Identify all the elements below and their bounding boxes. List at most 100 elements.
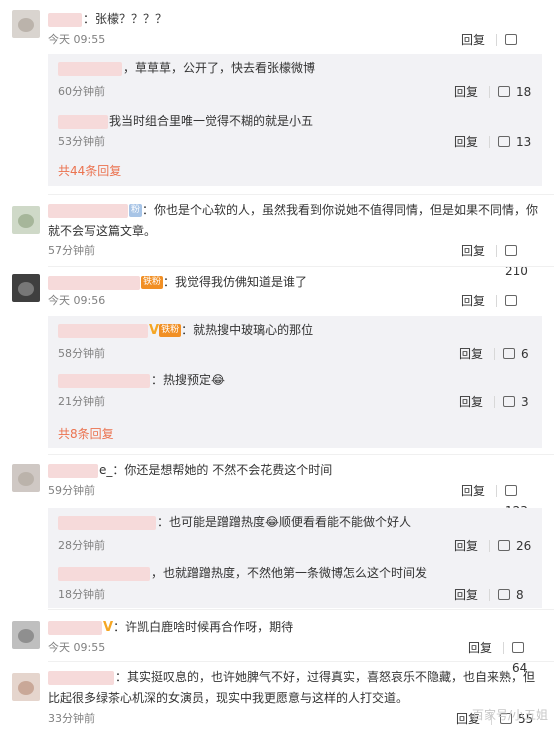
reply-text: ：热搜预定😂 <box>151 373 226 387</box>
verified-icon: V <box>103 619 114 635</box>
divider <box>489 589 490 601</box>
divider <box>489 540 490 552</box>
thumb-up-icon <box>503 348 515 359</box>
reply-button[interactable]: 回复 <box>454 82 478 102</box>
reply-time: 53分钟前 <box>58 135 105 148</box>
avatar[interactable] <box>12 206 40 234</box>
reply-button[interactable]: 回复 <box>468 638 492 658</box>
like-button[interactable]: 18 <box>498 82 531 102</box>
like-count: 8 <box>516 588 524 602</box>
divider <box>494 396 495 408</box>
comment-time: 59分钟前 <box>48 484 95 497</box>
username[interactable] <box>48 670 114 685</box>
reply-button[interactable]: 回复 <box>461 481 485 501</box>
comment-text: e_：你还是想帮她的 不然不会花费这个时间 <box>99 463 333 477</box>
comment-time: 57分钟前 <box>48 244 95 257</box>
username[interactable] <box>48 275 140 290</box>
reply-time: 18分钟前 <box>58 588 105 601</box>
like-button[interactable]: 13 <box>498 132 531 152</box>
more-replies-link[interactable]: 共8条回复 <box>58 425 114 442</box>
reply-text: 我当时组合里唯一觉得不糊的就是小五 <box>109 114 314 128</box>
reply-text: ：就热搜中玻璃心的那位 <box>181 323 314 337</box>
username[interactable] <box>58 114 108 129</box>
like-count: 18 <box>516 85 532 99</box>
reply-text: ，也就蹭蹭热度，不然他第一条微博怎么这个时间发 <box>151 566 428 580</box>
divider <box>496 245 497 257</box>
avatar[interactable] <box>12 10 40 38</box>
avatar[interactable] <box>12 621 40 649</box>
reply-text: ，草草草，公开了，快去看张檬微博 <box>123 61 316 75</box>
verified-icon: V <box>149 322 160 338</box>
divider <box>496 34 497 46</box>
like-count: 6 <box>521 347 529 361</box>
username[interactable] <box>58 61 122 76</box>
like-button[interactable]: 6 <box>503 344 529 364</box>
divider <box>48 194 554 195</box>
watermark: 百家号/小五姐 <box>471 708 548 722</box>
username[interactable] <box>58 323 148 338</box>
avatar[interactable] <box>12 274 40 302</box>
reply-time: 28分钟前 <box>58 539 105 552</box>
iron-fan-badge: 铁粉 <box>159 324 182 337</box>
username[interactable] <box>58 515 156 530</box>
comment-text: ：我觉得我仿佛知道是谁了 <box>163 275 308 289</box>
reply-button[interactable]: 回复 <box>461 30 485 50</box>
thumb-up-icon <box>498 540 510 551</box>
reply-text: ：也可能是蹭蹭热度😂顺便看看能不能做个好人 <box>157 515 412 529</box>
thumb-up-icon <box>505 295 517 306</box>
fan-badge: 粉 <box>129 204 143 217</box>
like-button[interactable]: 26 <box>498 536 531 556</box>
divider <box>494 348 495 360</box>
iron-fan-badge: 铁粉 <box>141 276 164 289</box>
divider <box>496 295 497 307</box>
comment-body: e_：你还是想帮她的 不然不会花费这个时间 <box>48 460 542 480</box>
avatar[interactable] <box>12 673 40 701</box>
username[interactable] <box>48 463 98 478</box>
reply-time: 58分钟前 <box>58 347 105 360</box>
reply-list: ：也可能是蹭蹭热度😂顺便看看能不能做个好人 28分钟前 回复 26 ，也就蹭蹭热… <box>48 508 542 608</box>
comment-text: ：其实挺叹息的，也许她脾气不好，过得真实，喜怒哀乐不隐藏，也自来熟，但比起很多绿… <box>48 670 536 705</box>
like-button[interactable]: 3 <box>503 392 529 412</box>
reply-list: V 铁粉 ：就热搜中玻璃心的那位 58分钟前 回复 6 ：热搜预定😂 21分钟前 回… <box>48 316 542 448</box>
divider <box>489 86 490 98</box>
comment-time: 今天 09:55 <box>48 33 106 46</box>
comment-body: 粉：你也是个心软的人，虽然我看到你说她不值得同情，但是如果不同情，你就不会写这篇… <box>48 200 542 242</box>
comment-time: 33分钟前 <box>48 712 95 725</box>
username[interactable] <box>48 12 82 27</box>
like-count: 3 <box>521 395 529 409</box>
reply-time: 21分钟前 <box>58 395 105 408</box>
divider <box>48 661 554 662</box>
reply-list: ，草草草，公开了，快去看张檬微博 60分钟前 回复 18 我当时组合里唯一觉得不… <box>48 54 542 186</box>
comment-time: 今天 09:55 <box>48 641 106 654</box>
divider <box>48 454 554 455</box>
comment-body: 铁粉 ：我觉得我仿佛知道是谁了 <box>48 272 542 292</box>
like-count: 13 <box>516 135 532 149</box>
thumb-up-icon <box>512 642 524 653</box>
reply-button[interactable]: 回复 <box>461 241 485 261</box>
comment-body: ：其实挺叹息的，也许她脾气不好，过得真实，喜怒哀乐不隐藏，也自来熟，但比起很多绿… <box>48 667 542 709</box>
more-replies-link[interactable]: 共44条回复 <box>58 162 121 179</box>
reply-button[interactable]: 回复 <box>459 344 483 364</box>
thumb-up-icon <box>498 589 510 600</box>
reply-button[interactable]: 回复 <box>454 536 478 556</box>
thumb-up-icon <box>505 245 517 256</box>
divider <box>489 136 490 148</box>
username[interactable] <box>58 373 150 388</box>
username[interactable] <box>48 203 128 218</box>
username[interactable] <box>58 566 150 581</box>
comment-body: ：张檬？？？？ <box>48 9 542 29</box>
reply-button[interactable]: 回复 <box>454 132 478 152</box>
like-button[interactable]: 8 <box>498 585 524 605</box>
reply-button[interactable]: 回复 <box>454 585 478 605</box>
divider <box>48 609 554 610</box>
reply-button[interactable]: 回复 <box>459 392 483 412</box>
username[interactable] <box>48 620 102 635</box>
comment-text: ：许凯白鹿啥时候再合作呀，期待 <box>113 620 294 634</box>
comment-text: ：张檬？？？？ <box>83 12 168 26</box>
divider <box>48 266 554 267</box>
reply-button[interactable]: 回复 <box>461 291 485 311</box>
thumb-up-icon <box>503 396 515 407</box>
divider <box>496 485 497 497</box>
avatar[interactable] <box>12 464 40 492</box>
divider <box>503 642 504 654</box>
